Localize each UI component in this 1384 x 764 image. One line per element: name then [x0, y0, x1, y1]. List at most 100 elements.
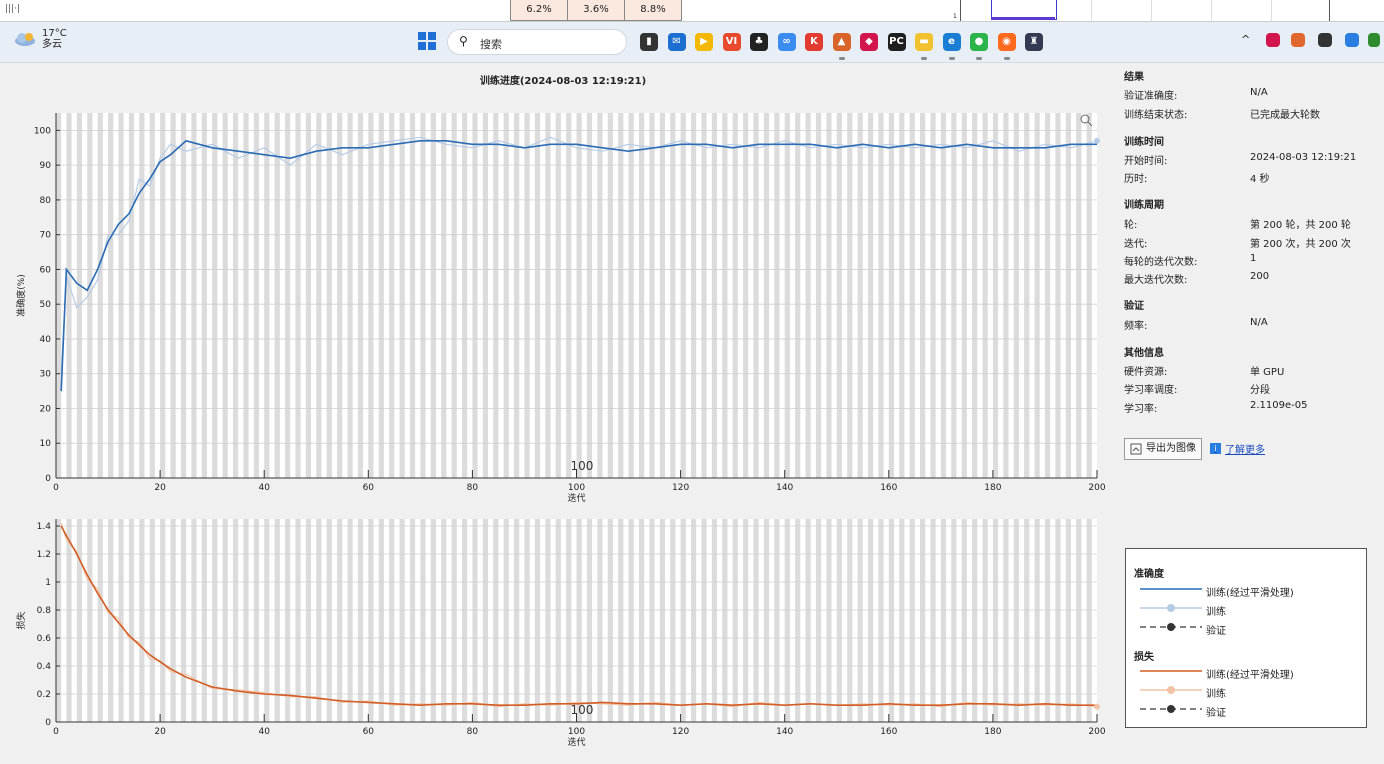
acc-epoch-stripe [711, 113, 718, 478]
loss-x-tick-label: 40 [258, 727, 270, 737]
acc-last-point [1094, 137, 1100, 144]
learn-more-link[interactable]: i 了解更多 [1210, 441, 1265, 456]
legend-loss-val-marker [1167, 705, 1175, 713]
acc-epoch-stripe [534, 113, 541, 478]
acc-epoch-stripe [253, 113, 259, 478]
taskbar-search[interactable]: ⚲ 搜索 [447, 29, 627, 55]
pycharm-icon[interactable]: PC [887, 33, 906, 51]
search-icon: ⚲ [459, 34, 468, 48]
loss-epoch-stripe [680, 519, 686, 722]
red-note-icon[interactable]: ◆ [860, 33, 878, 51]
acc-epoch-stripe [493, 113, 499, 478]
weather-widget[interactable]: 17°C 多云 [14, 28, 67, 50]
acc-epoch-stripe [212, 113, 218, 478]
taskbar: 17°C 多云 ⚲ 搜索 ▮ ✉ ▶ VI ♣ ∞ K ▲ ◆ PC ▬ e ● ◉ ♜ ^ [0, 22, 1384, 63]
export-image-button[interactable]: 导出为图像 [1124, 438, 1202, 460]
matlab-icon[interactable]: ▲ [832, 33, 851, 51]
edge-browser-icon[interactable]: e [942, 33, 961, 51]
training-plots: 01020304050607080901000 20 40 60 80 100 120 140… [15, 74, 1106, 748]
max-iter-value: 200 [1250, 271, 1270, 282]
acc-epoch-stripe [347, 113, 353, 478]
loss-x-tick-label: 120 [672, 727, 689, 737]
acc-epoch-stripe [76, 113, 83, 478]
legend-accuracy-swatches [1140, 588, 1202, 631]
loss-epoch-marker: 100 [571, 703, 594, 717]
loss-epoch-stripe [597, 519, 603, 722]
accuracy-plot: 0 10 20 30 40 50 60 70 80 90 100 0 20 40 60 80 100 120 140… [15, 113, 1106, 504]
file-explorer-dark-icon[interactable]: ▮ [640, 33, 658, 51]
acc-epoch-stripe [128, 113, 135, 478]
baidu-netdisk-icon[interactable]: ∞ [777, 33, 796, 51]
tray-red-app-icon[interactable] [1266, 33, 1280, 47]
acc-epoch-stripe [659, 113, 665, 478]
learning-rate-value: 2.1109e-05 [1250, 400, 1308, 411]
acc-epoch-stripe [732, 113, 738, 478]
loss-epoch-stripe [461, 519, 468, 722]
acc-epoch-stripe [1086, 113, 1092, 478]
tray-orange-app-icon[interactable] [1291, 33, 1305, 47]
media-player-icon[interactable]: ▶ [695, 33, 713, 51]
tray-app-icon[interactable] [1345, 33, 1359, 47]
acc-epoch-stripe [368, 113, 374, 478]
loss-epoch-stripe [940, 519, 947, 722]
mail-icon[interactable]: ✉ [667, 33, 686, 51]
loss-epoch-stripe [524, 519, 530, 722]
tray-green-app-icon[interactable] [1368, 33, 1380, 47]
qq-penguin-icon[interactable]: ♣ [750, 33, 768, 51]
folder-icon[interactable]: ▬ [915, 33, 933, 51]
loss-epoch-stripe [534, 519, 541, 722]
acc-x-tick-label: 80 [467, 483, 479, 493]
acc-epoch-stripe [274, 113, 280, 478]
tray-cloud-off-icon[interactable] [1318, 33, 1332, 47]
lr-schedule-value: 分段 [1250, 385, 1270, 396]
loss-epoch-stripe [97, 519, 103, 722]
loss-epoch-stripe [1076, 519, 1082, 722]
loss-epoch-stripe [638, 519, 645, 722]
acc-epoch-stripe [108, 113, 114, 478]
loss-y-tick-label: 0.6 [37, 634, 52, 644]
acc-epoch-stripe [264, 113, 270, 478]
loss-epoch-stripe [201, 519, 207, 722]
cat-app-icon[interactable]: ♜ [1025, 33, 1043, 51]
status-value: 已完成最大轮数 [1250, 110, 1320, 121]
background-window-strip: |||·| 6.2% 3.6% 8.8% 1 [0, 0, 1384, 22]
acc-epoch-stripe [66, 113, 72, 478]
loss-epoch-stripe [649, 519, 655, 722]
acc-epoch-stripe [972, 113, 978, 478]
loss-epoch-stripe [368, 519, 374, 722]
loss-epoch-stripe [1013, 519, 1019, 722]
loss-epoch-stripe [607, 519, 613, 722]
loss-y-label: 损失 [15, 611, 27, 629]
loss-epoch-stripe [389, 519, 395, 722]
vi-app-icon[interactable]: VI [722, 33, 741, 51]
acc-y-tick-label: 100 [34, 126, 51, 136]
loss-epoch-stripe [503, 519, 509, 722]
loss-epoch-stripe [1034, 519, 1040, 722]
loss-epoch-stripe [784, 519, 790, 722]
loss-epoch-stripe [399, 519, 405, 722]
loss-epoch-stripe [108, 519, 114, 722]
wechat-icon[interactable]: ● [970, 33, 988, 51]
table-cell: 6.2% [511, 0, 568, 21]
legend-loss-swatches [1140, 670, 1202, 713]
acc-epoch-stripe [805, 113, 811, 478]
acc-epoch-stripe [774, 113, 780, 478]
acc-epoch-stripe [545, 113, 551, 478]
loss-epoch-stripe [409, 519, 416, 722]
tray-overflow-icon[interactable]: ^ [1241, 33, 1250, 46]
iteration-value: 第 200 次，共 200 次 [1250, 239, 1351, 250]
k-app-icon[interactable]: K [805, 33, 823, 51]
loss-epoch-stripe [857, 519, 863, 722]
acc-epoch-stripe [597, 113, 603, 478]
loss-epoch-stripe [670, 519, 676, 722]
windows-start-icon[interactable] [418, 32, 436, 50]
taskbar-running-indicator [838, 57, 845, 60]
start-time-label: 开始时间: [1124, 156, 1168, 167]
acc-y-tick-label: 70 [40, 231, 52, 241]
loss-epoch-stripe [586, 519, 593, 722]
acc-epoch-stripe [399, 113, 405, 478]
acc-epoch-stripe [56, 113, 62, 478]
acc-epoch-stripe [503, 113, 509, 478]
firefox-icon[interactable]: ◉ [997, 33, 1016, 51]
loss-x-tick-label: 160 [880, 727, 897, 737]
